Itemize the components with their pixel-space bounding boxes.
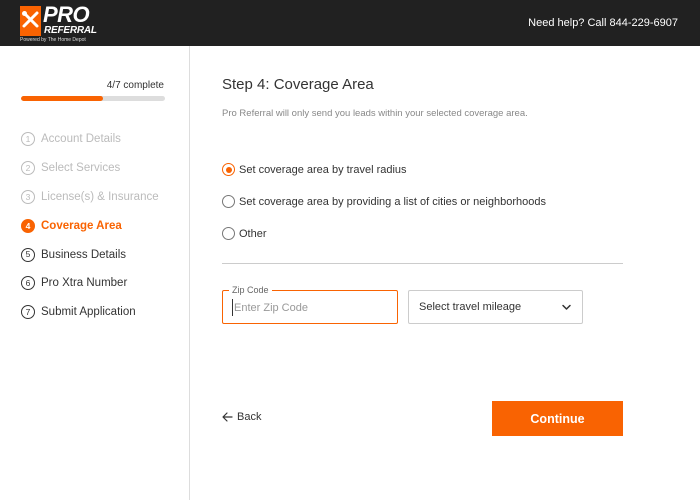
steps-list: 1 Account Details 2 Select Services 3 Licen… — [21, 125, 159, 327]
chevron-down-icon — [562, 304, 571, 310]
radio-other[interactable]: Other — [222, 227, 267, 240]
step-label: Coverage Area — [41, 219, 122, 232]
step-number: 2 — [21, 161, 35, 176]
radio-circle[interactable] — [222, 195, 235, 208]
travel-mileage-value: Select travel mileage — [419, 301, 522, 313]
step-label: Business Details — [41, 248, 127, 261]
progress-label: 4/7 complete — [106, 80, 164, 91]
progress-bar-fill — [21, 96, 104, 101]
logo-pro-text: PRO — [43, 2, 90, 27]
back-label: Back — [237, 411, 262, 423]
radio-label: Other — [239, 227, 267, 240]
step-coverage-area[interactable]: 4 Coverage Area — [21, 211, 159, 240]
radio-label: Set coverage area by providing a list of… — [239, 195, 546, 208]
travel-mileage-select[interactable]: Select travel mileage — [408, 290, 583, 324]
step-number: 5 — [21, 247, 35, 262]
page-title: Step 4: Coverage Area — [222, 76, 374, 93]
step-licenses-insurance[interactable]: 3 License(s) & Insurance — [21, 183, 159, 212]
zip-code-field[interactable]: Zip Code — [222, 284, 398, 324]
logo-referral-text: REFERRAL — [44, 25, 97, 36]
step-label: Account Details — [41, 133, 121, 146]
radio-circle[interactable] — [222, 163, 235, 176]
step-pro-xtra-number: 6 Pro Xtra Number — [21, 269, 159, 298]
arrow-left-icon — [222, 412, 233, 422]
step-select-services[interactable]: 2 Select Services — [21, 154, 159, 183]
main-content: Step 4: Coverage Area Pro Referral will … — [222, 0, 623, 500]
step-business-details: 5 Business Details — [21, 240, 159, 269]
section-divider — [222, 263, 623, 264]
radio-cities-list[interactable]: Set coverage area by providing a list of… — [222, 195, 546, 208]
progress-bar — [21, 96, 165, 101]
step-label: Pro Xtra Number — [41, 277, 128, 290]
step-label: License(s) & Insurance — [41, 190, 159, 203]
step-submit-application: 7 Submit Application — [21, 298, 159, 327]
step-number: 3 — [21, 189, 35, 204]
step-label: Select Services — [41, 162, 121, 175]
radio-travel-radius[interactable]: Set coverage area by travel radius — [222, 163, 407, 176]
step-number: 6 — [21, 276, 35, 291]
logo-powered-text: Powered by The Home Depot — [20, 37, 86, 43]
pro-referral-logo[interactable]: PRO REFERRAL Powered by The Home Depot — [20, 2, 97, 43]
step-number: 7 — [21, 305, 35, 320]
step-label: Submit Application — [41, 306, 136, 319]
zip-code-input[interactable] — [232, 299, 387, 316]
step-number: 4 — [21, 218, 35, 233]
tools-icon — [20, 6, 41, 36]
back-button[interactable]: Back — [222, 411, 261, 423]
step-account-details[interactable]: 1 Account Details — [21, 125, 159, 154]
radio-label: Set coverage area by travel radius — [239, 163, 407, 176]
continue-button[interactable]: Continue — [492, 401, 623, 436]
steps-sidebar: 4/7 complete 1 Account Details 2 Select Se… — [0, 46, 190, 500]
zip-code-label: Zip Code — [229, 284, 272, 296]
step-number: 1 — [21, 132, 35, 147]
page-subtitle: Pro Referral will only send you leads wi… — [222, 108, 528, 119]
radio-circle[interactable] — [222, 227, 235, 240]
